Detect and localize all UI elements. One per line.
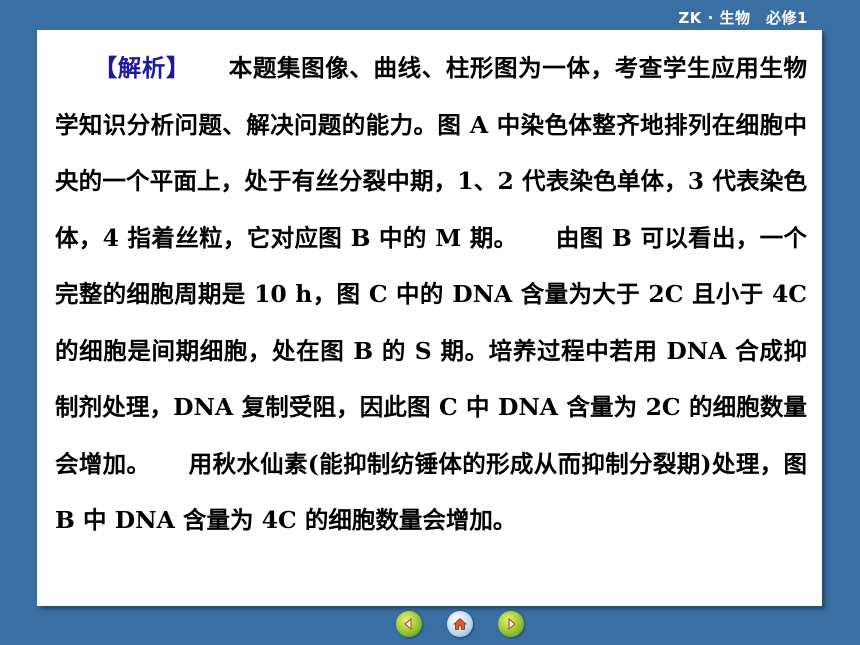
slide-navigation	[0, 611, 860, 641]
analysis-text: 【解析】 本题集图像、曲线、柱形图为一体，考查学生应用生物学知识分析问题、解决问题…	[55, 40, 807, 549]
analysis-paragraph-1: 本题集图像、曲线、柱形图为一体，考查学生应用生物学知识分析问题、解决问题的能力。…	[55, 54, 808, 252]
analysis-tag: 【解析】	[93, 54, 191, 82]
back-arrow-icon	[402, 617, 416, 631]
course-title: ZK · 生物 必修1	[678, 9, 808, 27]
analysis-paragraph-3: 用秋水仙素(能抑制纺锤体的形成从而抑制分裂期)处理，图 B 中 DNA 含量为 …	[55, 449, 807, 535]
home-icon	[452, 616, 468, 632]
forward-arrow-icon	[504, 617, 518, 631]
analysis-paragraph-2: 由图 B 可以看出，一个完整的细胞周期是 10 h，图 C 中的 DNA 含量为…	[55, 223, 807, 478]
slide-header: ZK · 生物 必修1	[0, 0, 860, 30]
next-button[interactable]	[498, 611, 524, 637]
previous-button[interactable]	[396, 611, 422, 637]
home-button[interactable]	[447, 611, 473, 637]
content-panel: 【解析】 本题集图像、曲线、柱形图为一体，考查学生应用生物学知识分析问题、解决问题…	[37, 30, 822, 606]
